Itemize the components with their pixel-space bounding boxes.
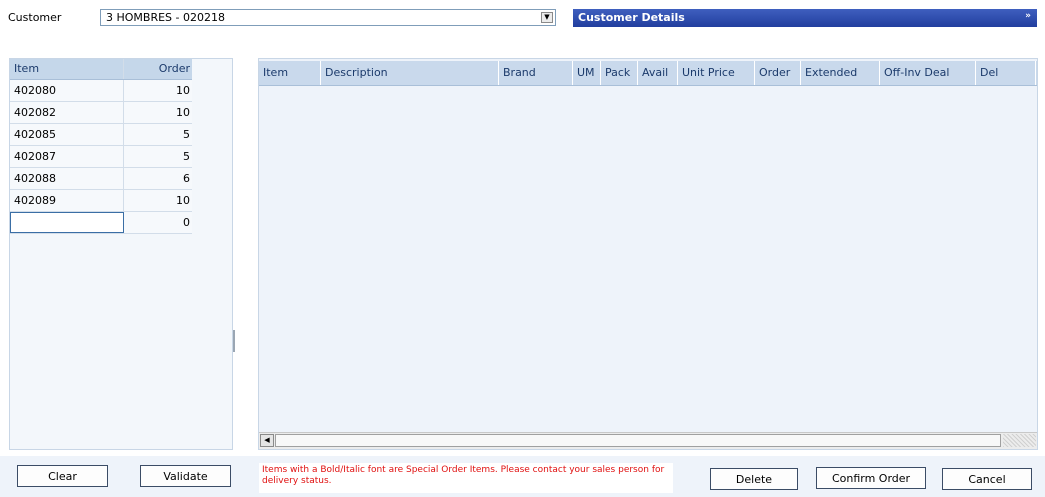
order-grid-row[interactable]: 0 bbox=[10, 212, 192, 234]
order-grid-qty-cell[interactable]: 5 bbox=[124, 146, 192, 167]
validate-button[interactable]: Validate bbox=[140, 465, 231, 487]
order-grid-qty-cell[interactable]: 10 bbox=[124, 80, 192, 101]
order-grid-row[interactable]: 402088 6 bbox=[10, 168, 192, 190]
customer-select-value: 3 HOMBRES - 020218 bbox=[106, 11, 225, 24]
col-header-extended[interactable]: Extended bbox=[801, 61, 880, 85]
item-entry-field[interactable] bbox=[10, 212, 124, 233]
order-grid-qty-cell[interactable]: 6 bbox=[124, 168, 192, 189]
dropdown-arrow-icon[interactable]: ▼ bbox=[541, 12, 553, 23]
col-header-item[interactable]: Item bbox=[10, 59, 124, 79]
order-grid-row[interactable]: 402085 5 bbox=[10, 124, 192, 146]
cancel-button[interactable]: Cancel bbox=[942, 468, 1032, 490]
col-header-off-inv-deal[interactable]: Off-Inv Deal bbox=[880, 61, 976, 85]
order-grid-item-cell[interactable]: 402082 bbox=[10, 102, 124, 123]
order-grid-item-cell[interactable]: 402088 bbox=[10, 168, 124, 189]
confirm-order-button[interactable]: Confirm Order bbox=[816, 467, 926, 489]
order-grid-row[interactable]: 402089 10 bbox=[10, 190, 192, 212]
delete-button[interactable]: Delete bbox=[710, 468, 798, 490]
special-order-note: Items with a Bold/Italic font are Specia… bbox=[259, 463, 673, 493]
col-header-pack[interactable]: Pack bbox=[601, 61, 638, 85]
col-header-unit-price[interactable]: Unit Price bbox=[678, 61, 755, 85]
order-entry-panel: Item Order 402080 10 402082 10 402085 5 402087… bbox=[9, 58, 233, 450]
col-header-brand[interactable]: Brand bbox=[499, 61, 573, 85]
order-grid-item-cell[interactable]: 402080 bbox=[10, 80, 124, 101]
order-entry-grid: Item Order 402080 10 402082 10 402085 5 402087… bbox=[10, 59, 192, 234]
scrollbar-track[interactable] bbox=[1003, 434, 1036, 447]
order-grid-qty-cell[interactable]: 10 bbox=[124, 190, 192, 211]
order-grid-row[interactable]: 402087 5 bbox=[10, 146, 192, 168]
scrollbar-thumb[interactable] bbox=[275, 434, 1001, 447]
horizontal-scrollbar[interactable]: ◀ bbox=[259, 432, 1037, 449]
clear-button[interactable]: Clear bbox=[17, 465, 108, 487]
col-header-avail[interactable]: Avail bbox=[638, 61, 678, 85]
col-header-order[interactable]: Order bbox=[755, 61, 801, 85]
order-grid-row[interactable]: 402082 10 bbox=[10, 102, 192, 124]
col-header-item[interactable]: Item bbox=[259, 61, 321, 85]
order-grid-item-cell[interactable]: 402087 bbox=[10, 146, 124, 167]
col-header-del[interactable]: Del bbox=[976, 61, 1036, 85]
order-grid-qty-cell[interactable]: 0 bbox=[124, 212, 192, 233]
customer-label: Customer bbox=[8, 11, 62, 24]
scroll-left-icon[interactable]: ◀ bbox=[260, 434, 274, 447]
customer-details-header[interactable]: Customer Details » bbox=[573, 9, 1037, 27]
order-grid-row[interactable]: 402080 10 bbox=[10, 80, 192, 102]
expand-chevron-icon[interactable]: » bbox=[1025, 11, 1031, 21]
items-grid-header: Item Description Brand UM Pack Avail Unit Pric… bbox=[259, 61, 1037, 86]
order-grid-item-cell[interactable]: 402085 bbox=[10, 124, 124, 145]
col-header-um[interactable]: UM bbox=[573, 61, 601, 85]
order-grid-item-cell[interactable]: 402089 bbox=[10, 190, 124, 211]
order-grid-qty-cell[interactable]: 5 bbox=[124, 124, 192, 145]
customer-details-title: Customer Details bbox=[578, 11, 685, 24]
col-header-order[interactable]: Order bbox=[124, 59, 192, 79]
items-grid: Item Description Brand UM Pack Avail Unit Pric… bbox=[258, 58, 1038, 450]
col-header-description[interactable]: Description bbox=[321, 61, 499, 85]
order-grid-qty-cell[interactable]: 10 bbox=[124, 102, 192, 123]
customer-select[interactable]: 3 HOMBRES - 020218 ▼ bbox=[100, 9, 556, 26]
order-grid-header: Item Order bbox=[10, 59, 192, 80]
panel-splitter[interactable] bbox=[233, 330, 235, 352]
